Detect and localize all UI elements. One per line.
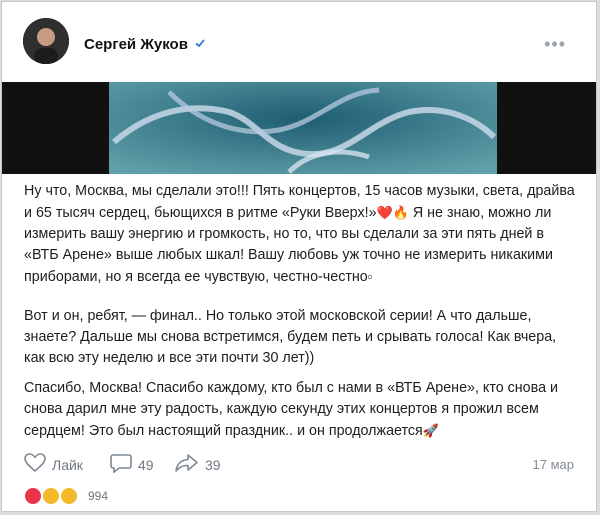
verified-icon [194,36,206,52]
post-paragraph-2: Вот и он, ребят, — финал.. Но только это… [24,306,576,369]
post-paragraph-3: Спасибо, Москва! Спасибо каждому, кто бы… [24,378,576,442]
media-image [109,82,497,174]
comment-count: 49 [138,456,154,473]
post-media[interactable] [2,82,596,174]
media-artwork [109,82,497,174]
paragraph-3-text: Спасибо, Москва! Спасибо каждому, кто бы… [24,380,558,439]
post-actions: Лайк 49 39 17 мар [2,453,596,479]
avatar-image [23,18,69,64]
share-count: 39 [205,456,221,473]
author-name[interactable]: Сергей Жуков [84,36,206,53]
share-icon [175,453,199,476]
reactions-count: 994 [88,489,109,503]
post-card: Сергей Жуков ••• Ну что, Москва, мы сдел… [1,1,597,512]
heart-emoji: ❤️ [376,205,393,220]
like-label: Лайк [52,456,83,473]
comment-button[interactable]: 49 [110,453,154,476]
post-date[interactable]: 17 мар [533,457,574,472]
author-name-text[interactable]: Сергей Жуков [84,36,188,53]
comment-icon [110,453,132,476]
share-button[interactable]: 39 [175,453,221,476]
post-paragraph-1: Ну что, Москва, мы сделали это!!! Пять к… [24,181,576,288]
paragraph-2-text: Вот и он, ребят, — финал.. Но только это… [24,308,557,366]
more-icon[interactable]: ••• [544,34,566,55]
heart-reaction-icon [24,487,42,505]
fire-emoji: 🔥 [392,205,409,220]
heart-outline-icon [24,453,46,476]
author-avatar[interactable] [23,18,69,64]
post-header: Сергей Жуков ••• [2,2,596,82]
like-button[interactable]: Лайк [24,453,83,476]
reactions-bar[interactable]: 994 [24,487,108,505]
star-eyes-reaction-icon [42,487,60,505]
rocket-emoji: 🚀 [422,423,439,438]
broken-image-icon: ▫ [367,269,373,284]
laughing-reaction-icon [60,487,78,505]
